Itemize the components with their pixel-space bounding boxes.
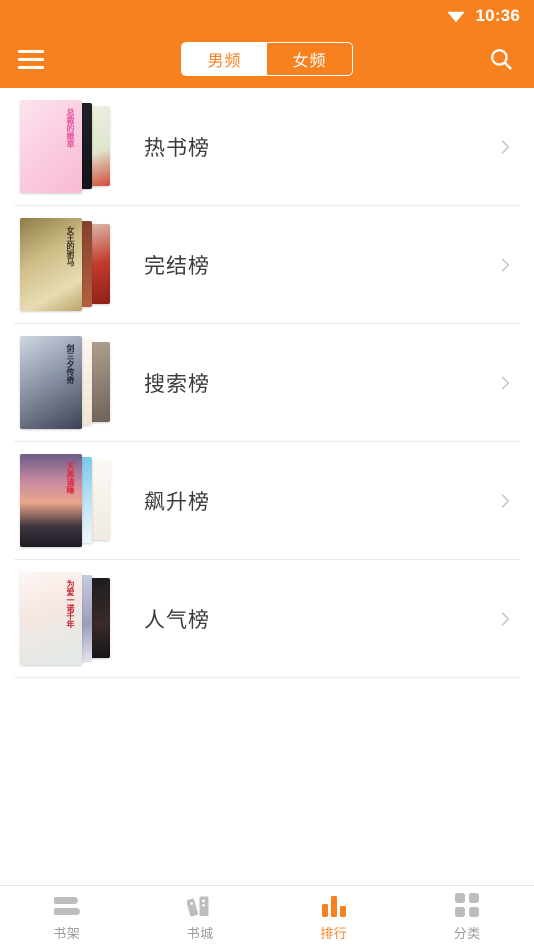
category-grid-icon — [455, 893, 480, 917]
status-bar-right: 10:36 — [445, 4, 520, 26]
book-cover-front: 为爱一诺千年 — [20, 572, 82, 665]
tab-分类[interactable]: 分类 — [401, 886, 534, 949]
book-cover-stack: 为爱一诺千年 — [16, 572, 112, 665]
app-screen: 10:36 男频 女频 总裁的嫩草热书榜女王的驸马完结榜剑三夕传奇搜索榜天黑请睡… — [0, 0, 534, 949]
ranking-list-item[interactable]: 为爱一诺千年人气榜 — [0, 560, 534, 677]
book-cover-title: 剑三夕传奇 — [66, 344, 75, 384]
ranking-list-item-label: 热书榜 — [144, 136, 210, 160]
book-cover-title: 女王的驸马 — [66, 226, 75, 266]
book-cover-stack: 剑三夕传奇 — [16, 336, 112, 429]
chevron-right-glyph — [501, 139, 510, 154]
ranking-list-item-label: 完结榜 — [144, 254, 210, 278]
book-cover-title: 天黑请睡 — [66, 462, 75, 494]
ranking-list-item[interactable]: 总裁的嫩草热书榜 — [0, 88, 534, 205]
wifi-icon — [446, 11, 465, 23]
book-cover-stack: 女王的驸马 — [16, 218, 112, 311]
chevron-right-glyph — [501, 611, 510, 626]
tab-female-channel[interactable]: 女频 — [267, 43, 352, 75]
book-cover-title: 总裁的嫩草 — [66, 108, 75, 148]
ranking-list-item-label: 搜索榜 — [144, 372, 210, 396]
book-cover-front: 剑三夕传奇 — [20, 336, 82, 429]
ranking-list-item-label: 人气榜 — [144, 608, 210, 632]
hamburger-menu-icon[interactable] — [18, 44, 48, 74]
status-bar-clock: 10:36 — [475, 5, 520, 25]
book-cover-art: 天黑请睡 — [20, 454, 82, 547]
tab-书架[interactable]: 书架 — [0, 886, 134, 949]
search-icon[interactable] — [486, 44, 516, 74]
book-cover-stack: 天黑请睡 — [16, 454, 112, 547]
chevron-right-icon — [494, 490, 516, 512]
channel-segmented-control: 男频 女频 — [181, 42, 353, 76]
book-cover-title: 为爱一诺千年 — [66, 580, 75, 628]
ranking-list: 总裁的嫩草热书榜女王的驸马完结榜剑三夕传奇搜索榜天黑请睡飙升榜为爱一诺千年人气榜 — [0, 88, 534, 885]
bookshelf-icon — [53, 895, 80, 917]
chevron-right-icon — [494, 254, 516, 276]
book-cover-art: 总裁的嫩草 — [20, 100, 82, 193]
book-cover-art: 剑三夕传奇 — [20, 336, 82, 429]
tab-label: 排行 — [320, 926, 348, 941]
hamburger-bar — [18, 65, 44, 69]
category-grid-icon-wrap — [454, 893, 480, 917]
bottom-tab-bar: 书架 书城 排行 分类 — [0, 885, 534, 949]
tab-书城[interactable]: 书城 — [134, 886, 268, 949]
book-cover-stack: 总裁的嫩草 — [16, 100, 112, 193]
ranking-list-item-label: 飙升榜 — [144, 490, 210, 514]
ranking-bars-icon-wrap — [321, 893, 347, 917]
tab-排行[interactable]: 排行 — [267, 886, 401, 949]
search-glass-glyph — [491, 49, 512, 70]
book-cover-front: 天黑请睡 — [20, 454, 82, 547]
tab-label: 书架 — [53, 926, 81, 941]
bookstore-icon-wrap — [187, 893, 213, 917]
tab-label: 书城 — [186, 926, 214, 941]
hamburger-bar — [18, 57, 44, 61]
chevron-right-icon — [494, 372, 516, 394]
ranking-bars-icon — [321, 893, 347, 917]
ranking-list-item[interactable]: 女王的驸马完结榜 — [0, 206, 534, 323]
list-separator — [14, 677, 520, 678]
tab-label: 分类 — [453, 926, 481, 941]
book-cover-art: 为爱一诺千年 — [20, 572, 82, 665]
book-cover-front: 总裁的嫩草 — [20, 100, 82, 193]
ranking-list-item[interactable]: 天黑请睡飙升榜 — [0, 442, 534, 559]
chevron-right-glyph — [501, 257, 510, 272]
chevron-right-glyph — [501, 375, 510, 390]
bookstore-icon — [187, 896, 209, 917]
book-cover-art: 女王的驸马 — [20, 218, 82, 311]
book-cover-front: 女王的驸马 — [20, 218, 82, 311]
chevron-right-glyph — [501, 493, 510, 508]
chevron-right-icon — [494, 136, 516, 158]
hamburger-bar — [18, 49, 44, 53]
app-bar: 男频 女频 — [0, 30, 534, 88]
bookshelf-icon-wrap — [53, 893, 80, 917]
status-bar: 10:36 — [0, 0, 534, 30]
chevron-right-icon — [494, 608, 516, 630]
ranking-list-item[interactable]: 剑三夕传奇搜索榜 — [0, 324, 534, 441]
tab-male-channel[interactable]: 男频 — [182, 43, 267, 75]
